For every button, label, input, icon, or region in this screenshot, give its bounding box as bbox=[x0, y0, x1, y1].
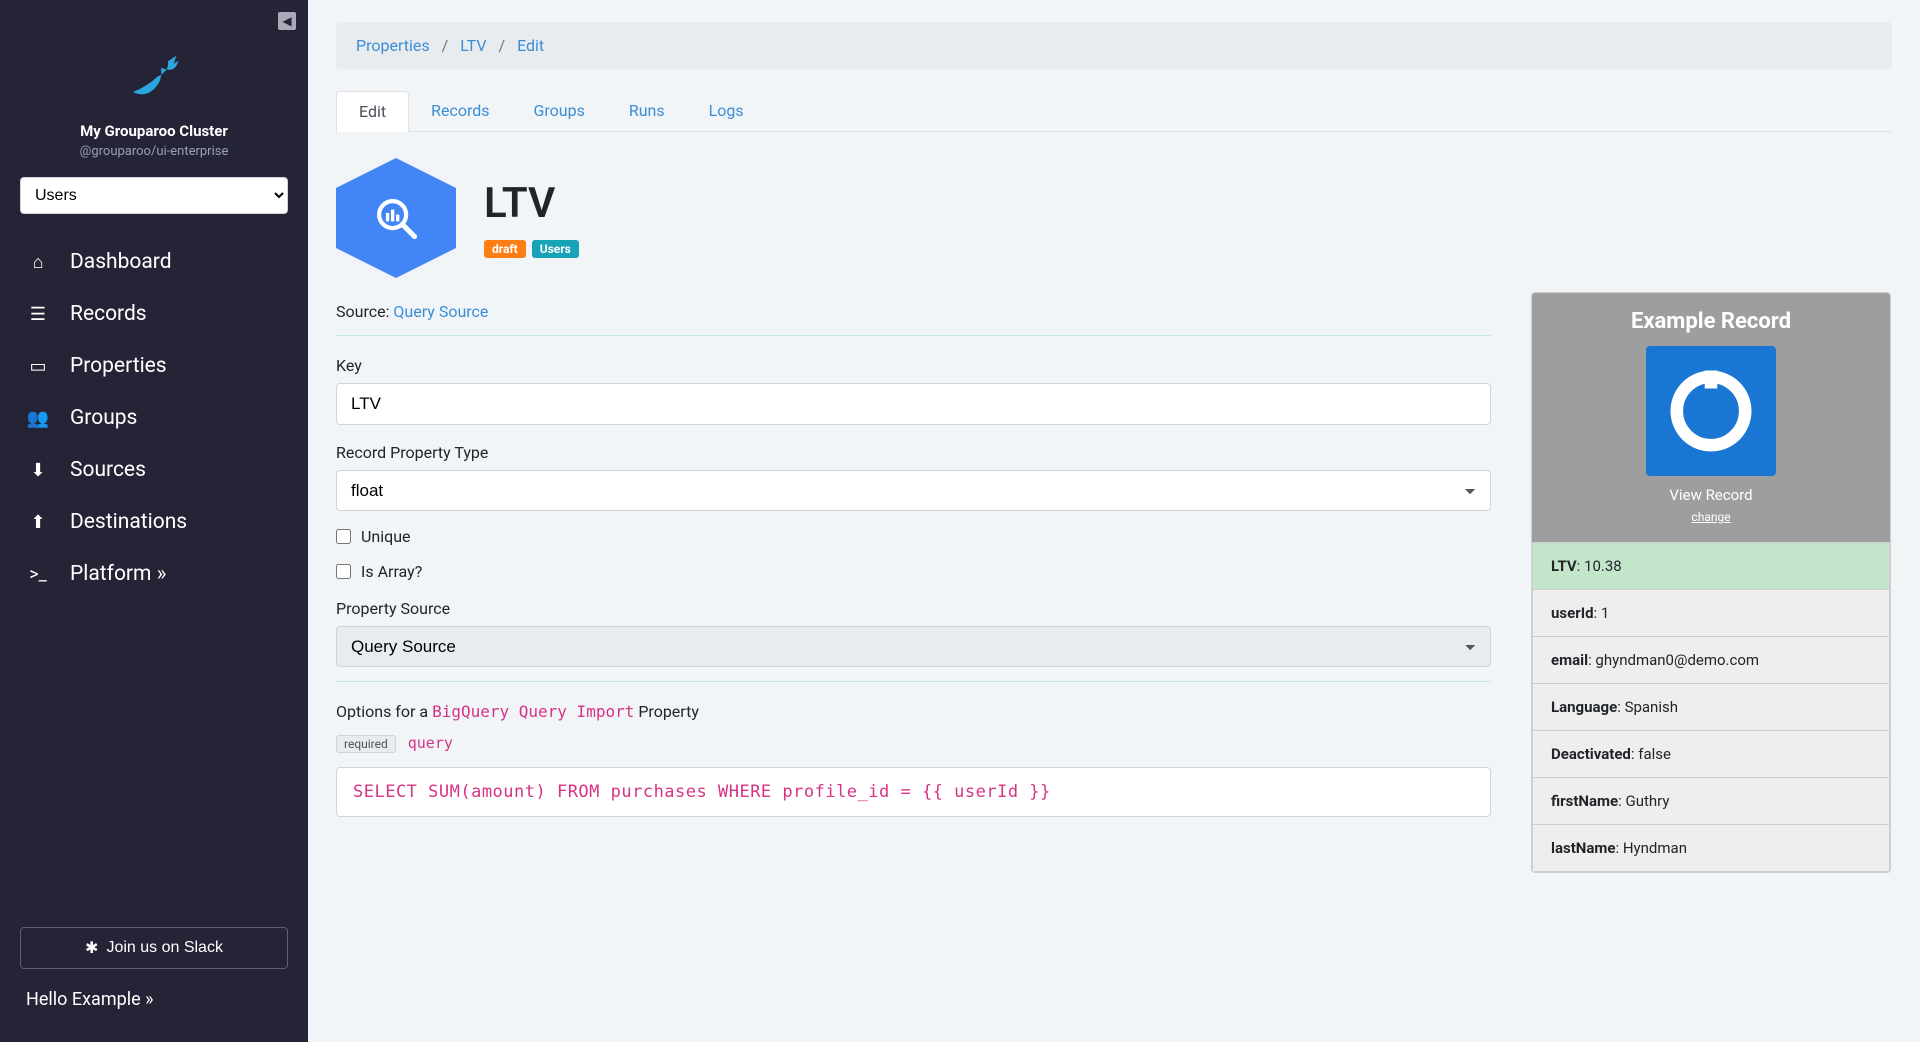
nav-label: Dashboard bbox=[70, 250, 172, 274]
required-tag: required bbox=[336, 735, 396, 753]
isarray-label: Is Array? bbox=[361, 562, 422, 581]
example-row: email: ghyndman0@demo.com bbox=[1533, 637, 1890, 684]
options-code: BigQuery Query Import bbox=[432, 702, 634, 721]
nav-platform[interactable]: >_ Platform » bbox=[0, 548, 308, 600]
sidebar-collapse-icon[interactable]: ◀ bbox=[278, 12, 296, 30]
nav-dashboard[interactable]: ⌂ Dashboard bbox=[0, 236, 308, 288]
nav-label: Records bbox=[70, 302, 147, 326]
bigquery-icon bbox=[336, 158, 456, 278]
nav-records[interactable]: ☰ Records bbox=[0, 288, 308, 340]
home-icon: ⌂ bbox=[26, 252, 50, 273]
type-select[interactable]: float bbox=[336, 470, 1491, 511]
nav-groups[interactable]: 👥 Groups bbox=[0, 392, 308, 444]
breadcrumb-edit[interactable]: Edit bbox=[517, 36, 544, 55]
nav-list: ⌂Dashboard ☰Records ▭Properties 👥Groups … bbox=[0, 236, 308, 600]
cluster-name: My Grouparoo Cluster bbox=[0, 122, 308, 140]
tabs: Edit Records Groups Runs Logs bbox=[336, 91, 1892, 132]
example-cell: Deactivated: false bbox=[1533, 731, 1890, 778]
view-record-link[interactable]: View Record bbox=[1542, 486, 1880, 504]
source-link[interactable]: Query Source bbox=[393, 302, 488, 321]
source-line: Source: Query Source bbox=[336, 302, 1491, 321]
nav-sources[interactable]: ⬇ Sources bbox=[0, 444, 308, 496]
main: Properties / LTV / Edit Edit Records Gro… bbox=[308, 0, 1920, 1042]
example-head: Example Record View Record change bbox=[1532, 293, 1890, 542]
breadcrumb-sep: / bbox=[442, 36, 449, 55]
example-row: lastName: Hyndman bbox=[1533, 825, 1890, 872]
example-row: Language: Spanish bbox=[1533, 684, 1890, 731]
query-input[interactable]: SELECT SUM(amount) FROM purchases WHERE … bbox=[336, 767, 1491, 817]
nav-label: Properties bbox=[70, 354, 167, 378]
unique-label: Unique bbox=[361, 527, 411, 546]
greeting[interactable]: Hello Example » bbox=[0, 989, 308, 1030]
page-header: LTV draft Users bbox=[336, 158, 1892, 278]
slack-icon: ✱ bbox=[85, 938, 98, 958]
query-label: query bbox=[408, 734, 453, 752]
example-cell: firstName: Guthry bbox=[1533, 778, 1890, 825]
example-cell: LTV: 10.38 bbox=[1533, 543, 1890, 590]
isarray-checkbox[interactable] bbox=[336, 564, 351, 579]
unique-checkbox-row: Unique bbox=[336, 527, 1491, 546]
nav-destinations[interactable]: ⬆ Destinations bbox=[0, 496, 308, 548]
change-link[interactable]: change bbox=[1542, 510, 1880, 524]
key-input[interactable] bbox=[336, 383, 1491, 425]
required-row: required query bbox=[336, 721, 1491, 753]
logo bbox=[119, 36, 189, 106]
tab-records[interactable]: Records bbox=[409, 91, 511, 131]
source-label: Source bbox=[336, 302, 386, 321]
divider bbox=[336, 335, 1491, 336]
badge-users: Users bbox=[532, 240, 579, 258]
terminal-icon: >_ bbox=[26, 564, 50, 585]
slack-label: Join us on Slack bbox=[106, 939, 223, 957]
breadcrumb-sep: / bbox=[498, 36, 505, 55]
users-icon: 👥 bbox=[26, 408, 50, 429]
breadcrumb: Properties / LTV / Edit bbox=[336, 22, 1892, 69]
unique-checkbox[interactable] bbox=[336, 529, 351, 544]
id-card-icon: ▭ bbox=[26, 356, 50, 377]
example-table: LTV: 10.38userId: 1email: ghyndman0@demo… bbox=[1532, 542, 1890, 872]
cluster-subtitle: @grouparoo/ui-enterprise bbox=[0, 144, 308, 159]
breadcrumb-properties[interactable]: Properties bbox=[356, 36, 430, 55]
propsource-label: Property Source bbox=[336, 599, 1491, 618]
divider bbox=[336, 681, 1491, 682]
example-row: Deactivated: false bbox=[1533, 731, 1890, 778]
nav-label: Platform » bbox=[70, 562, 167, 586]
example-cell: Language: Spanish bbox=[1533, 684, 1890, 731]
form: Source: Query Source Key Record Property… bbox=[336, 288, 1491, 817]
tab-logs[interactable]: Logs bbox=[687, 91, 766, 131]
model-select[interactable]: Users bbox=[20, 177, 288, 214]
example-cell: userId: 1 bbox=[1533, 590, 1890, 637]
page-title: LTV bbox=[484, 179, 579, 228]
example-record-panel: Example Record View Record change LTV: 1… bbox=[1531, 292, 1891, 873]
slack-button[interactable]: ✱ Join us on Slack bbox=[20, 927, 288, 969]
example-row: LTV: 10.38 bbox=[1533, 543, 1890, 590]
example-cell: lastName: Hyndman bbox=[1533, 825, 1890, 872]
propsource-select[interactable]: Query Source bbox=[336, 626, 1491, 667]
title-block: LTV draft Users bbox=[484, 179, 579, 258]
breadcrumb-ltv[interactable]: LTV bbox=[460, 36, 486, 55]
file-export-icon: ⬆ bbox=[26, 512, 50, 533]
nav-properties[interactable]: ▭ Properties bbox=[0, 340, 308, 392]
isarray-checkbox-row: Is Array? bbox=[336, 562, 1491, 581]
example-title: Example Record bbox=[1542, 309, 1880, 334]
key-label: Key bbox=[336, 356, 1491, 375]
options-label: Options for a BigQuery Query Import Prop… bbox=[336, 702, 1491, 721]
file-import-icon: ⬇ bbox=[26, 460, 50, 481]
nav-label: Sources bbox=[70, 458, 146, 482]
avatar bbox=[1646, 346, 1776, 476]
badge-draft: draft bbox=[484, 240, 526, 258]
nav-label: Groups bbox=[70, 406, 137, 430]
tab-edit[interactable]: Edit bbox=[336, 91, 409, 132]
tab-runs[interactable]: Runs bbox=[607, 91, 687, 131]
example-row: userId: 1 bbox=[1533, 590, 1890, 637]
list-icon: ☰ bbox=[26, 304, 50, 325]
nav-label: Destinations bbox=[70, 510, 187, 534]
example-row: firstName: Guthry bbox=[1533, 778, 1890, 825]
example-cell: email: ghyndman0@demo.com bbox=[1533, 637, 1890, 684]
tab-groups[interactable]: Groups bbox=[512, 91, 607, 131]
type-label: Record Property Type bbox=[336, 443, 1491, 462]
sidebar: ◀ My Grouparoo Cluster @grouparoo/ui-ent… bbox=[0, 0, 308, 1042]
